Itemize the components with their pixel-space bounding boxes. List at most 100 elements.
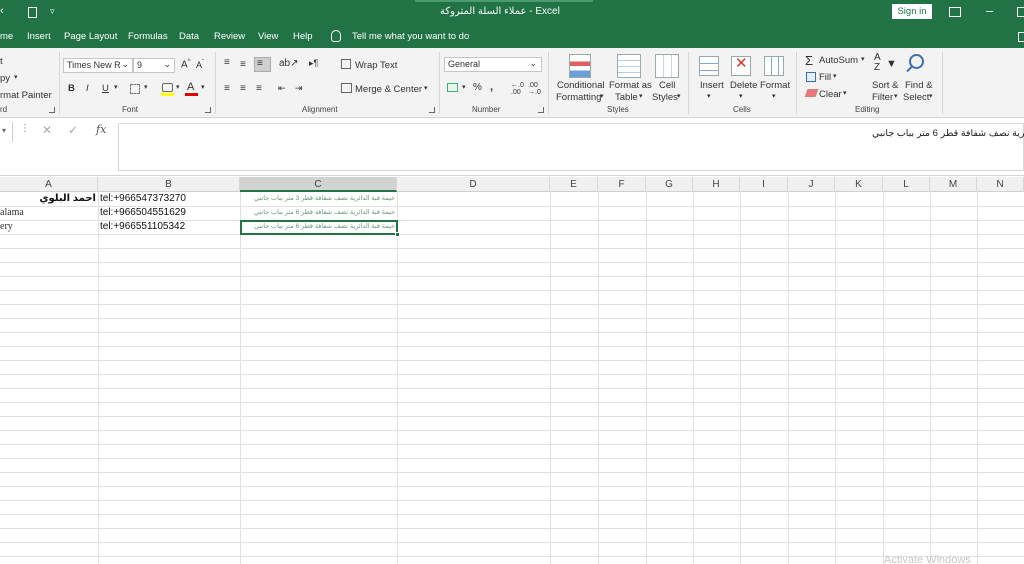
percent-icon[interactable]: % bbox=[473, 82, 482, 93]
column-header-a[interactable]: A bbox=[0, 177, 98, 192]
decrease-indent-icon[interactable]: ⇤ bbox=[278, 83, 286, 94]
align-right-icon[interactable]: ≡ bbox=[256, 83, 262, 94]
align-center-icon[interactable]: ≡ bbox=[240, 83, 246, 94]
ribbon-display-options-icon[interactable] bbox=[949, 7, 961, 17]
font-launcher-icon[interactable] bbox=[205, 107, 211, 113]
formula-options-icon[interactable]: ⋮ bbox=[20, 123, 30, 134]
find-dropdown-icon[interactable]: ▾ bbox=[929, 92, 933, 100]
delete-cells-button[interactable]: Delete bbox=[730, 80, 757, 91]
customize-toolbar-chevron-icon[interactable]: ▿ bbox=[50, 6, 55, 17]
copy-dropdown-icon[interactable]: ▾ bbox=[14, 73, 18, 81]
clear-button[interactable]: Clear bbox=[819, 89, 842, 100]
column-header-l[interactable]: L bbox=[883, 177, 930, 192]
sort-filter-label-2[interactable]: Filter bbox=[872, 92, 893, 103]
format-as-table-label-2[interactable]: Table bbox=[615, 92, 638, 103]
comma-icon[interactable]: , bbox=[490, 81, 493, 93]
font-color-dropdown-icon[interactable]: ▾ bbox=[201, 83, 205, 91]
cell-a1[interactable]: احمد البلوي bbox=[0, 192, 96, 206]
cell-c2[interactable]: خيمة قبة الدائرية نصف شفافة قطر 6 متر بب… bbox=[242, 206, 395, 220]
insert-cells-button[interactable]: Insert bbox=[700, 80, 724, 91]
bold-icon[interactable]: B bbox=[68, 83, 75, 94]
column-header-m[interactable]: M bbox=[930, 177, 977, 192]
tab-formulas[interactable]: Formulas bbox=[128, 31, 168, 42]
align-left-icon[interactable]: ≡ bbox=[224, 83, 230, 94]
format-painter-button[interactable]: rmat Painter bbox=[0, 90, 52, 101]
wrap-text-button[interactable]: Wrap Text bbox=[355, 60, 397, 71]
font-name-combo[interactable]: Times New R ⌄ bbox=[63, 58, 133, 73]
sort-filter-label[interactable]: Sort & bbox=[872, 80, 898, 91]
cell-styles-icon[interactable] bbox=[655, 54, 679, 78]
minimize-icon[interactable]: – bbox=[986, 3, 993, 18]
fill-icon[interactable] bbox=[806, 72, 816, 82]
borders-icon[interactable] bbox=[130, 84, 140, 94]
column-header-h[interactable]: H bbox=[693, 177, 740, 192]
insert-cells-icon[interactable] bbox=[699, 56, 719, 76]
cell-b2[interactable]: tel:+966504551629 bbox=[100, 206, 238, 220]
underline-icon[interactable]: U bbox=[102, 83, 109, 94]
cell-c1[interactable]: خيمة قبة الدائرية نصف شفافة قطر 3 متر بب… bbox=[242, 192, 395, 206]
conditional-formatting-label-2[interactable]: Formatting bbox=[556, 92, 601, 103]
format-cells-button[interactable]: Format bbox=[760, 80, 790, 91]
conditional-formatting-label[interactable]: Conditional bbox=[557, 80, 605, 91]
increase-decimal-icon[interactable]: ←.0.00 bbox=[511, 82, 524, 96]
maximize-icon[interactable] bbox=[1017, 7, 1024, 17]
tab-review[interactable]: Review bbox=[214, 31, 245, 42]
formula-input[interactable]: خيمة قبة الدائرية نصف شفافة قطر 6 متر بب… bbox=[118, 123, 1024, 171]
underline-dropdown-icon[interactable]: ▾ bbox=[114, 83, 118, 91]
tab-view[interactable]: View bbox=[258, 31, 278, 42]
alignment-launcher-icon[interactable] bbox=[429, 107, 435, 113]
number-launcher-icon[interactable] bbox=[538, 107, 544, 113]
name-box-dropdown-icon[interactable]: ▾ bbox=[2, 126, 6, 135]
conditional-dropdown-icon[interactable]: ▾ bbox=[600, 92, 604, 100]
chevron-down-icon[interactable]: ⌄ bbox=[163, 59, 171, 70]
format-dropdown-icon[interactable]: ▾ bbox=[772, 92, 776, 100]
column-header-j[interactable]: J bbox=[788, 177, 835, 192]
cancel-entry-icon[interactable]: ✕ bbox=[42, 123, 52, 137]
borders-dropdown-icon[interactable]: ▾ bbox=[144, 83, 148, 91]
clipboard-launcher-icon[interactable] bbox=[49, 107, 55, 113]
cell-a2[interactable]: alama bbox=[0, 206, 96, 220]
tab-data[interactable]: Data bbox=[179, 31, 199, 42]
column-header-n[interactable]: N bbox=[977, 177, 1024, 192]
cell-b1[interactable]: tel:+966547373270 bbox=[100, 192, 238, 206]
column-header-e[interactable]: E bbox=[550, 177, 598, 192]
tab-help[interactable]: Help bbox=[293, 31, 313, 42]
new-file-icon[interactable] bbox=[28, 7, 37, 18]
delete-dropdown-icon[interactable]: ▾ bbox=[739, 92, 743, 100]
sort-dropdown-icon[interactable]: ▾ bbox=[894, 92, 898, 100]
chevron-down-icon[interactable]: ⌄ bbox=[121, 59, 129, 70]
font-color-icon[interactable]: A bbox=[187, 81, 194, 93]
increase-indent-icon[interactable]: ⇥ bbox=[295, 83, 303, 94]
fill-dropdown-icon[interactable]: ▾ bbox=[176, 83, 180, 91]
decrease-decimal-icon[interactable]: .00 →.0 bbox=[528, 82, 541, 96]
autosum-button[interactable]: AutoSum bbox=[819, 55, 858, 66]
cell-styles-dropdown-icon[interactable]: ▾ bbox=[677, 92, 681, 100]
tab-insert[interactable]: Insert bbox=[27, 31, 51, 42]
font-size-combo[interactable]: 9 ⌄ bbox=[133, 58, 175, 73]
share-icon[interactable] bbox=[1018, 32, 1024, 42]
insert-dropdown-icon[interactable]: ▾ bbox=[707, 92, 711, 100]
fill-dropdown-icon[interactable]: ▾ bbox=[833, 72, 837, 80]
format-as-table-icon[interactable] bbox=[617, 54, 641, 78]
rtl-icon[interactable]: ▸¶ bbox=[309, 58, 318, 69]
accounting-format-icon[interactable] bbox=[447, 83, 458, 92]
active-cell-selection[interactable] bbox=[240, 220, 398, 235]
fx-icon[interactable]: fx bbox=[96, 123, 106, 136]
cell-a3[interactable]: ery bbox=[0, 220, 96, 234]
column-header-b[interactable]: B bbox=[98, 177, 240, 192]
column-header-g[interactable]: G bbox=[646, 177, 693, 192]
conditional-formatting-icon[interactable] bbox=[569, 54, 591, 78]
tell-me-search[interactable]: Tell me what you want to do bbox=[352, 31, 469, 42]
column-header-c[interactable]: C bbox=[240, 177, 397, 192]
decrease-font-icon[interactable]: Aˇ bbox=[196, 60, 204, 70]
merge-center-button[interactable]: Merge & Center bbox=[355, 84, 422, 95]
fill-handle[interactable] bbox=[395, 232, 400, 237]
fill-button[interactable]: Fill bbox=[819, 72, 831, 83]
worksheet-grid[interactable]: احمد البلوي tel:+966547373270 خيمة قبة ا… bbox=[0, 192, 1024, 564]
column-header-k[interactable]: K bbox=[835, 177, 883, 192]
sort-filter-icon[interactable]: AZ bbox=[874, 53, 881, 73]
cell-b3[interactable]: tel:+966551105342 bbox=[100, 220, 238, 234]
number-format-combo[interactable]: General ⌄ bbox=[444, 57, 542, 72]
tab-home[interactable]: me bbox=[0, 31, 13, 42]
find-select-label-2[interactable]: Select bbox=[903, 92, 929, 103]
